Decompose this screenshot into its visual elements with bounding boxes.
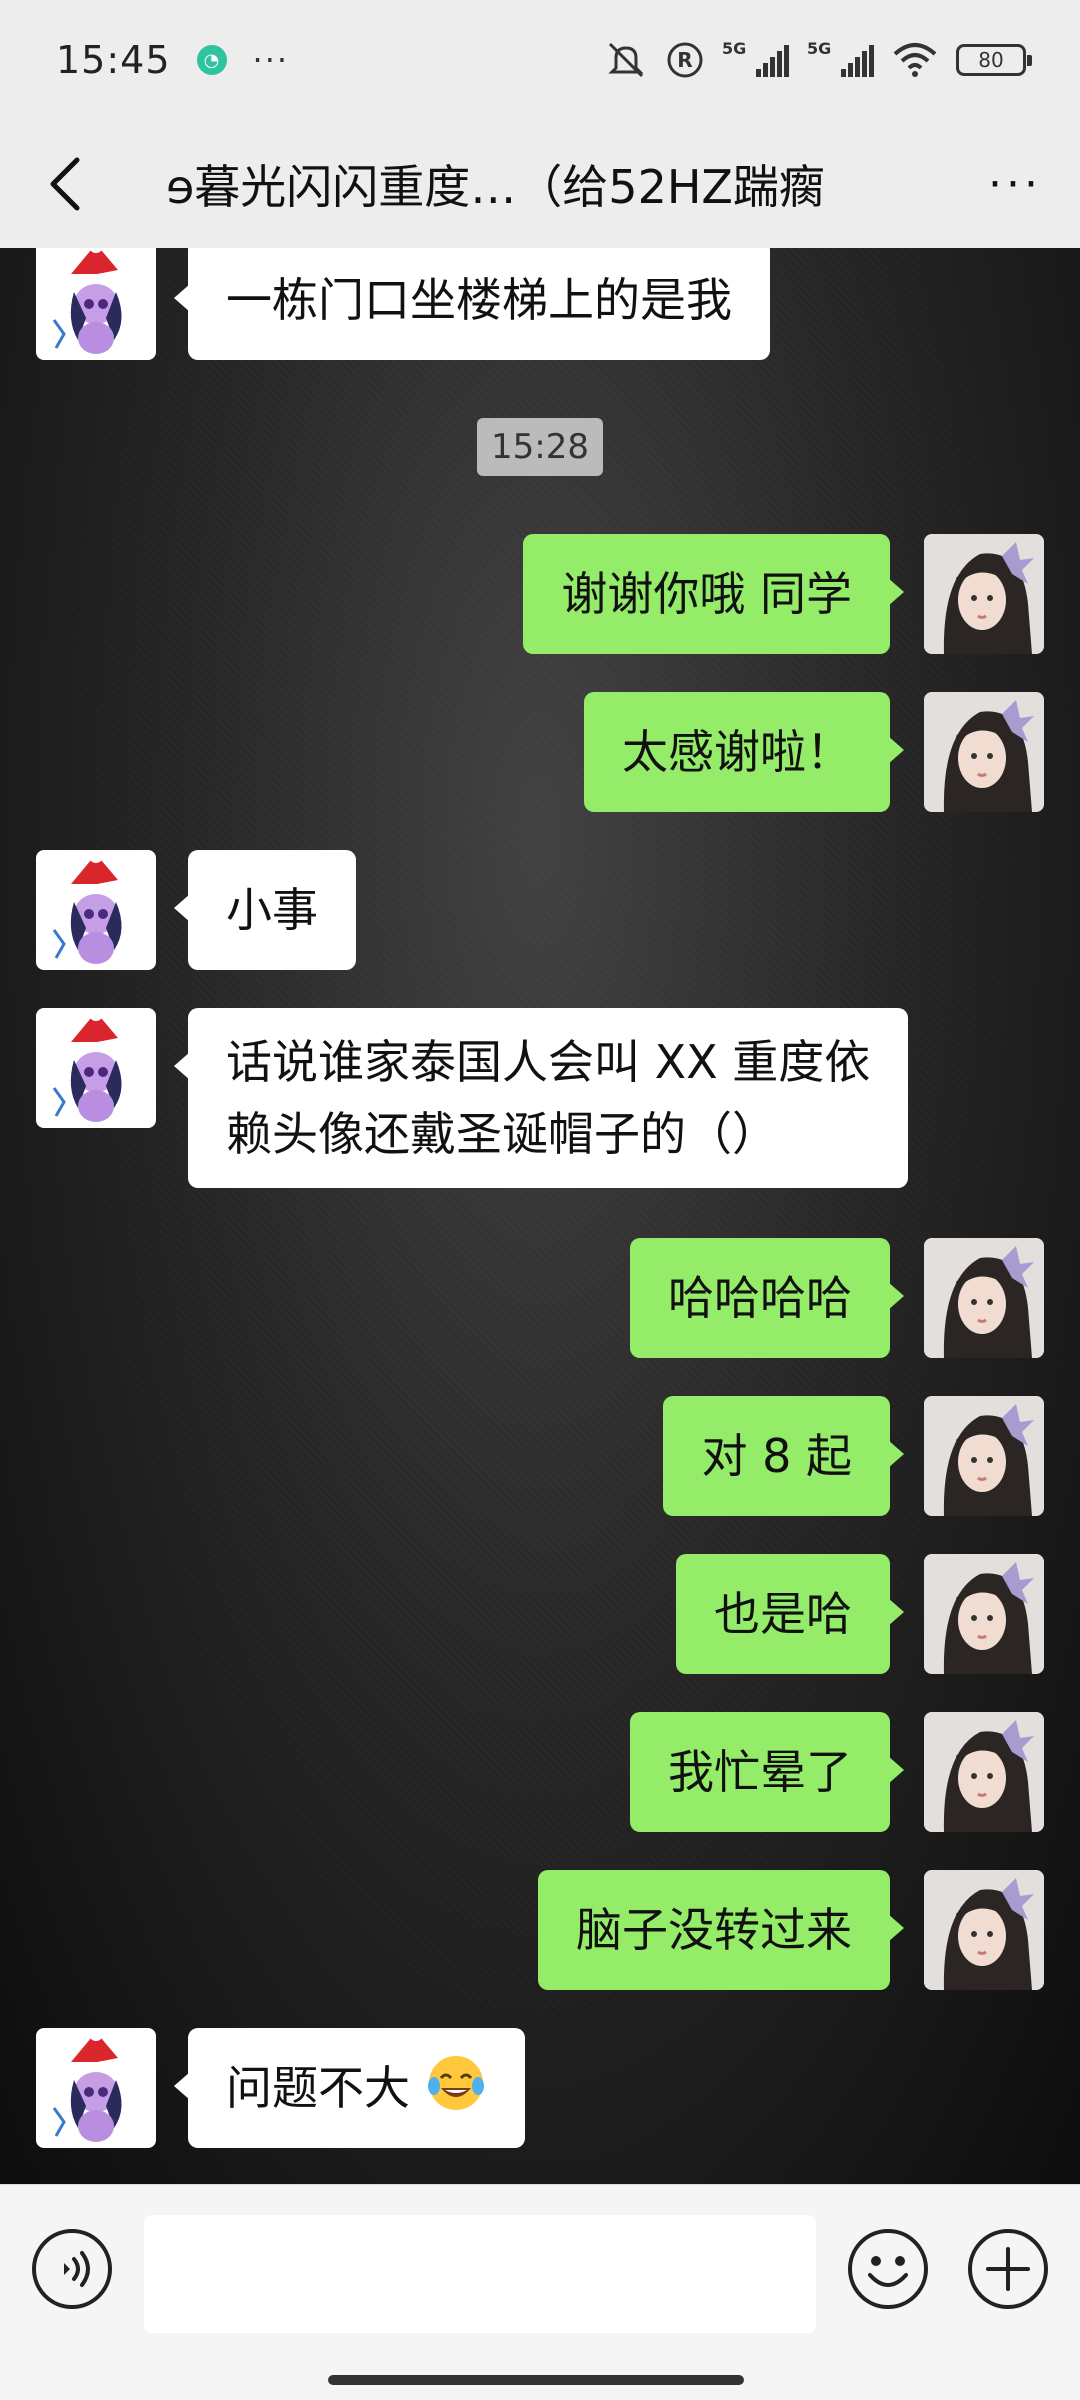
message-bubble[interactable]: 我忙晕了 — [630, 1712, 904, 1832]
message-text: 谢谢你哦 同学 — [561, 567, 852, 621]
more-options-button[interactable]: ··· — [950, 120, 1080, 248]
message-text: 对 8 起 — [701, 1429, 852, 1483]
wifi-icon — [893, 43, 937, 77]
mute-icon — [608, 42, 644, 78]
message-bubble[interactable]: 对 8 起 — [663, 1396, 904, 1516]
message-bubble[interactable]: 问题不大 — [174, 2028, 525, 2148]
voice-icon — [32, 2229, 112, 2309]
network-type-1: 5G — [722, 39, 747, 58]
message-row: 对 8 起 — [0, 1396, 1080, 1516]
user-avatar[interactable] — [924, 692, 1044, 812]
plus-button[interactable] — [966, 2227, 1050, 2311]
emoji-button[interactable] — [846, 2227, 930, 2311]
message-row: 脑子没转过来 — [0, 1870, 1080, 1990]
message-row: 太感谢啦！ — [0, 692, 1080, 812]
pony-avatar[interactable] — [36, 248, 156, 360]
message-text: 太感谢啦！ — [622, 725, 852, 779]
registered-icon: R — [667, 42, 703, 78]
message-bubble[interactable]: 谢谢你哦 同学 — [523, 534, 904, 654]
message-text: 问题不大 — [226, 2061, 410, 2115]
input-bar — [0, 2184, 1080, 2400]
timestamp: 15:28 — [477, 418, 603, 476]
message-bubble[interactable]: 太感谢啦！ — [584, 692, 904, 812]
message-bubble[interactable]: 小事 — [174, 850, 356, 970]
voice-button[interactable] — [30, 2227, 114, 2311]
signal-icon-1: 5G — [722, 39, 789, 77]
message-text: 哈哈哈哈 — [668, 1271, 852, 1325]
plus-icon — [968, 2229, 1048, 2309]
user-avatar[interactable] — [924, 1712, 1044, 1832]
message-text-line: 赖头像还戴圣诞帽子的（） — [226, 1107, 778, 1161]
pony-avatar[interactable] — [36, 850, 156, 970]
network-type-2: 5G — [807, 39, 832, 58]
message-text: 一栋门口坐楼梯上的是我 — [226, 273, 732, 327]
message-row: 也是哈 — [0, 1554, 1080, 1674]
status-bar: 15:45 ◔ ··· R 5G 5G 80 — [0, 0, 1080, 120]
pony-avatar[interactable] — [36, 2028, 156, 2148]
status-left: 15:45 ◔ ··· — [56, 38, 289, 82]
message-text: 也是哈 — [714, 1587, 852, 1641]
battery-icon: 80 — [956, 44, 1032, 76]
app-notification-icon: ◔ — [196, 45, 227, 75]
message-input[interactable] — [144, 2215, 816, 2333]
battery-level: 80 — [978, 48, 1004, 72]
pony-avatar[interactable] — [36, 1008, 156, 1128]
message-bubble[interactable]: 哈哈哈哈 — [630, 1238, 904, 1358]
svg-text:R: R — [677, 48, 692, 72]
back-button[interactable] — [0, 120, 130, 248]
user-avatar[interactable] — [924, 1870, 1044, 1990]
status-more-icon: ··· — [252, 41, 290, 79]
message-bubble[interactable]: 也是哈 — [676, 1554, 904, 1674]
message-row: 一栋门口坐楼梯上的是我 — [0, 248, 1080, 364]
message-row: 我忙晕了 — [0, 1712, 1080, 1832]
message-bubble[interactable]: 脑子没转过来 — [538, 1870, 904, 1990]
chat-title: ɘ暮光闪闪重度…（给52HZ踹瘸 — [166, 160, 825, 214]
tears-of-joy-emoji-icon — [427, 2056, 484, 2110]
user-avatar[interactable] — [924, 534, 1044, 654]
message-text: 小事 — [226, 883, 318, 937]
user-avatar[interactable] — [924, 1396, 1044, 1516]
user-avatar[interactable] — [924, 1238, 1044, 1358]
chevron-left-icon — [50, 157, 80, 211]
title-bar: ɘ暮光闪闪重度…（给52HZ踹瘸 ··· — [0, 120, 1080, 248]
message-row: 小事 — [0, 850, 1080, 970]
message-row: 谢谢你哦 同学 — [0, 534, 1080, 654]
signal-icon-2: 5G — [807, 39, 874, 77]
message-bubble[interactable]: 一栋门口坐楼梯上的是我 — [174, 248, 770, 360]
message-text: 脑子没转过来 — [576, 1903, 852, 1957]
status-right: R 5G 5G 80 — [604, 39, 1032, 80]
message-text-line: 话说谁家泰国人会叫 XX 重度依 — [226, 1035, 871, 1089]
status-time: 15:45 — [56, 38, 171, 82]
message-row: 问题不大 — [0, 2028, 1080, 2148]
user-avatar[interactable] — [924, 1554, 1044, 1674]
message-bubble[interactable]: 话说谁家泰国人会叫 XX 重度依 赖头像还戴圣诞帽子的（） — [173, 1008, 909, 1188]
emoji-icon — [848, 2229, 928, 2309]
message-row: 话说谁家泰国人会叫 XX 重度依 赖头像还戴圣诞帽子的（） — [0, 1008, 1080, 1204]
chat-area[interactable]: 一栋门口坐楼梯上的是我 15:28 谢谢你哦 同学 太感谢啦！ 小事 话说谁家泰… — [0, 248, 1080, 2184]
message-text: 我忙晕了 — [668, 1745, 852, 1799]
home-indicator[interactable] — [328, 2375, 744, 2385]
message-row: 哈哈哈哈 — [0, 1238, 1080, 1358]
